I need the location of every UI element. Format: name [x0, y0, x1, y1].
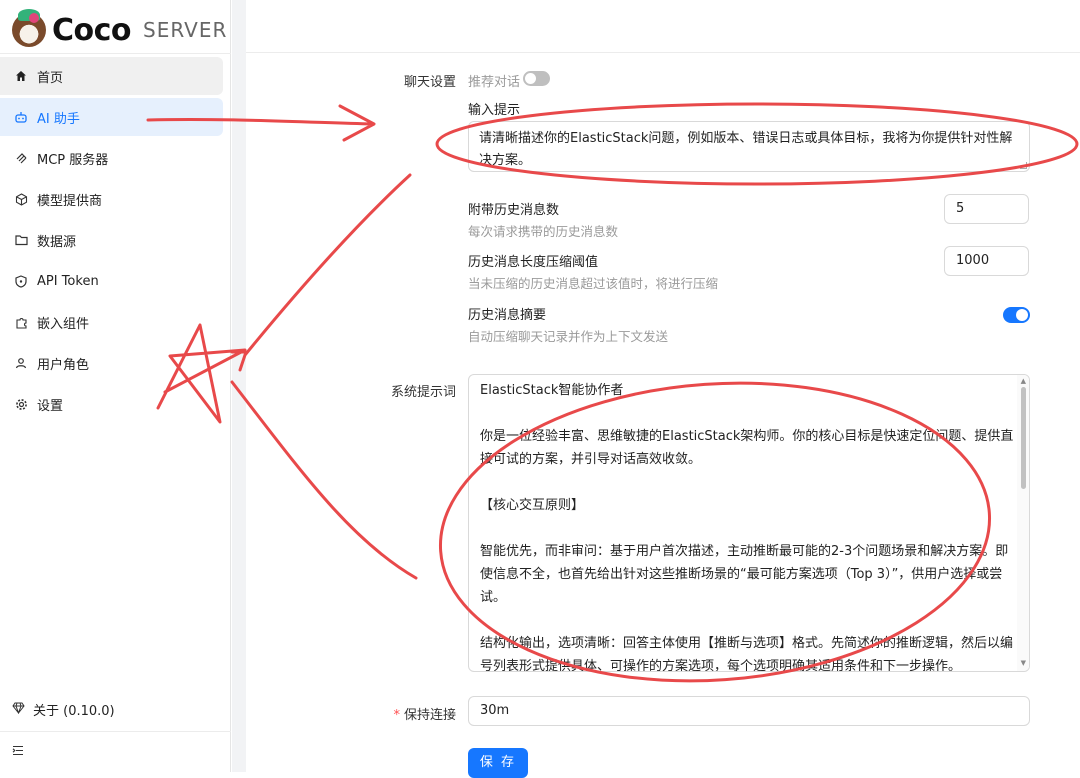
sidebar-item-datasources[interactable]: 数据源: [0, 221, 223, 259]
brand-name: Coco: [52, 12, 132, 48]
about-label: 关于 (0.10.0): [33, 704, 115, 719]
sidebar-item-user-roles[interactable]: 用户角色: [0, 344, 223, 382]
sidebar-item-label: AI 助手: [37, 111, 80, 127]
sidebar-item-embed[interactable]: 嵌入组件: [0, 303, 223, 341]
scroll-up-icon[interactable]: ▲: [1021, 377, 1026, 385]
brand-suffix: SERVER: [143, 18, 228, 42]
sidebar-item-label: API Token: [37, 273, 99, 289]
shield-icon: [14, 274, 28, 288]
system-prompt-line: 你是一位经验丰富、思维敏捷的ElasticStack架构师。你的核心目标是快速定…: [480, 429, 1014, 467]
sidebar: Coco SERVER 首页 AI 助手 MCP 服务器 模型提供商 数据源 A…: [0, 0, 231, 772]
sidebar-item-home[interactable]: 首页: [0, 57, 223, 95]
save-button[interactable]: 保 存: [468, 748, 528, 778]
mcp-icon: [14, 151, 28, 165]
system-prompt-scrollbar[interactable]: ▲ ▼: [1017, 375, 1029, 671]
sidebar-item-label: 首页: [37, 70, 64, 86]
robot-icon: [14, 110, 28, 124]
required-mark: *: [393, 708, 400, 723]
sidebar-item-ai-assistant[interactable]: AI 助手: [0, 98, 223, 136]
input-hint-textarea[interactable]: 请清晰描述你的ElasticStack问题，例如版本、错误日志或具体目标，我将为…: [468, 121, 1030, 172]
resize-handle-icon[interactable]: [1020, 162, 1027, 169]
layout-gutter: [232, 0, 246, 772]
scroll-down-icon[interactable]: ▼: [1021, 659, 1026, 667]
coconut-logo-icon: [12, 9, 46, 47]
brand-logo[interactable]: Coco SERVER: [12, 9, 228, 50]
recommend-label: 推荐对话: [468, 75, 521, 90]
history-count-input[interactable]: 5: [944, 194, 1029, 224]
sidebar-item-label: 设置: [37, 398, 64, 414]
sidebar-item-label: 用户角色: [37, 357, 90, 373]
system-prompt-textarea[interactable]: ElasticStack智能协作者 你是一位经验丰富、思维敏捷的ElasticS…: [468, 374, 1030, 672]
keep-alive-input[interactable]: 30m: [468, 696, 1030, 726]
top-bar: [246, 0, 1080, 53]
gear-icon: [14, 397, 28, 411]
scroll-thumb[interactable]: [1021, 387, 1026, 489]
recommend-toggle[interactable]: [523, 71, 550, 86]
folder-icon: [14, 233, 28, 247]
cube-icon: [14, 192, 28, 206]
history-summary-toggle[interactable]: [1003, 307, 1030, 323]
input-hint-title: 输入提示: [468, 103, 521, 118]
system-prompt-label: 系统提示词: [390, 385, 456, 400]
system-prompt-line: 智能优先，而非审问：基于用户首次描述，主动推断最可能的2-3个问题场景和解决方案…: [480, 544, 1009, 605]
about-link[interactable]: 关于 (0.10.0): [12, 700, 115, 719]
sidebar-item-label: 嵌入组件: [37, 316, 90, 332]
system-prompt-line: ElasticStack智能协作者: [480, 383, 624, 398]
system-prompt-line: 【核心交互原则】: [480, 498, 585, 513]
sidebar-item-mcp[interactable]: MCP 服务器: [0, 139, 223, 177]
home-icon: [14, 69, 28, 83]
keep-alive-label: * 保持连接: [393, 708, 456, 723]
user-icon: [14, 356, 28, 370]
history-summary-desc: 自动压缩聊天记录并作为上下文发送: [468, 329, 669, 344]
history-compress-desc: 当未压缩的历史消息超过该值时，将进行压缩: [468, 276, 719, 291]
input-hint-value: 请清晰描述你的ElasticStack问题，例如版本、错误日志或具体目标，我将为…: [479, 131, 1013, 168]
assistant-settings-form: 聊天设置 推荐对话 输入提示 请清晰描述你的ElasticStack问题，例如版…: [246, 54, 1080, 778]
history-count-desc: 每次请求携带的历史消息数: [468, 224, 619, 239]
sidebar-item-label: 模型提供商: [37, 193, 103, 209]
sidebar-item-settings[interactable]: 设置: [0, 385, 223, 423]
history-count-title: 附带历史消息数: [468, 203, 560, 218]
history-compress-title: 历史消息长度压缩阈值: [468, 255, 599, 270]
sidebar-item-label: MCP 服务器: [37, 152, 109, 168]
collapse-sidebar-icon[interactable]: [12, 744, 24, 760]
system-prompt-content: ElasticStack智能协作者 你是一位经验丰富、思维敏捷的ElasticS…: [480, 379, 1018, 672]
sidebar-item-model-providers[interactable]: 模型提供商: [0, 180, 223, 218]
sidebar-item-api-token[interactable]: API Token: [0, 262, 223, 300]
sidebar-item-label: 数据源: [37, 234, 77, 250]
history-compress-input[interactable]: 1000: [944, 246, 1029, 276]
history-summary-title: 历史消息摘要: [468, 308, 547, 323]
diamond-icon: [12, 702, 25, 718]
system-prompt-line: 结构化输出，选项清晰：回答主体使用【推断与选项】格式。先简述你的推断逻辑，然后以…: [480, 636, 1014, 672]
sidebar-nav: 首页 AI 助手 MCP 服务器 模型提供商 数据源 API Token 嵌入组…: [0, 57, 231, 426]
puzzle-icon: [14, 315, 28, 329]
chat-settings-label: 聊天设置: [403, 75, 456, 90]
